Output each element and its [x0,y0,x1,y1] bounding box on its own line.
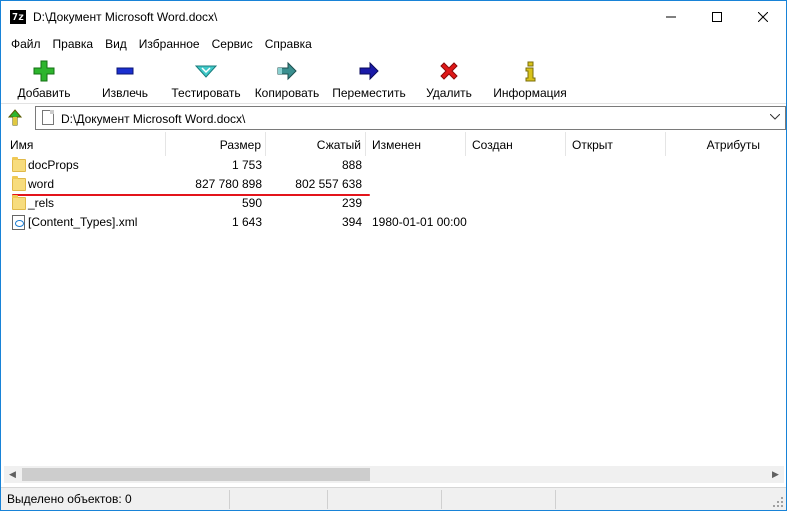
move-button[interactable]: Переместить [329,56,409,104]
status-divider [555,490,556,509]
delete-label: Удалить [426,86,472,100]
file-list: Имя Размер Сжатый Изменен Создан Открыт … [4,132,784,466]
scrollbar-thumb[interactable] [22,468,370,481]
file-row-content-types[interactable]: [Content_Types].xml 1 643 394 1980-01-01… [4,213,784,232]
move-label: Переместить [332,86,406,100]
column-size[interactable]: Размер [166,132,266,156]
folder-icon [12,195,26,210]
status-divider [441,490,442,509]
menu-tools[interactable]: Сервис [206,34,259,54]
column-header: Имя Размер Сжатый Изменен Создан Открыт … [4,132,784,156]
file-name: word [28,177,55,191]
move-arrow-icon [357,59,381,83]
file-name: _rels [28,196,55,210]
column-packed-size[interactable]: Сжатый [266,132,366,156]
resize-grip-icon[interactable] [772,496,784,508]
info-icon [518,59,542,83]
scroll-right-icon[interactable]: ▶ [767,466,784,483]
info-label: Информация [493,86,567,100]
column-attributes[interactable]: Атрибуты [666,132,766,156]
column-name[interactable]: Имя [4,132,166,156]
title-bar: 7z D:\Документ Microsoft Word.docx\ [1,1,786,32]
info-button[interactable]: Информация [491,56,569,104]
copy-label: Копировать [254,86,320,100]
file-size: 827 780 898 [195,177,262,191]
test-button[interactable]: Тестировать [169,56,243,104]
status-bar: Выделено объектов: 0 [1,487,786,510]
file-name: docProps [28,158,79,172]
toolbar: Добавить Извлечь Тестировать Копировать … [1,56,786,104]
app-window: 7z D:\Документ Microsoft Word.docx\ Файл… [0,0,787,511]
file-size: 590 [241,196,262,210]
menu-help[interactable]: Справка [259,34,318,54]
close-icon [758,11,768,22]
extract-label: Извлечь [101,86,148,100]
column-accessed[interactable]: Открыт [566,132,666,156]
menu-view[interactable]: Вид [99,34,133,54]
minimize-button[interactable] [648,1,694,32]
extract-button[interactable]: Извлечь [93,56,157,104]
status-selected-count: Выделено объектов: 0 [7,492,132,506]
plus-icon [32,59,56,83]
maximize-button[interactable] [694,1,740,32]
xml-file-icon [12,215,25,230]
window-title: D:\Документ Microsoft Word.docx\ [33,10,218,24]
folder-icon [12,176,26,191]
column-created[interactable]: Создан [466,132,566,156]
scroll-left-icon[interactable]: ◀ [4,466,21,483]
status-divider [327,490,328,509]
file-name: [Content_Types].xml [28,215,138,229]
delete-x-icon [437,59,461,83]
folder-icon [12,157,26,172]
add-label: Добавить [17,86,71,100]
file-row-word[interactable]: word 827 780 898 802 557 638 [4,175,784,194]
close-button[interactable] [740,1,786,32]
menu-edit[interactable]: Правка [47,34,100,54]
checkmark-icon [194,59,218,83]
add-button[interactable]: Добавить [11,56,77,104]
column-modified[interactable]: Изменен [366,132,466,156]
7zip-app-icon: 7z [10,10,26,24]
address-bar: D:\Документ Microsoft Word.docx\ [1,105,786,130]
file-size: 1 643 [231,215,262,229]
file-row-docprops[interactable]: docProps 1 753 888 [4,156,784,175]
chevron-down-icon[interactable] [768,110,782,126]
file-size: 1 753 [231,158,262,172]
delete-button[interactable]: Удалить [421,56,477,104]
menu-bar: Файл Правка Вид Избранное Сервис Справка [1,34,786,54]
address-input[interactable]: D:\Документ Microsoft Word.docx\ [35,106,786,130]
menu-file[interactable]: Файл [1,34,47,54]
file-packed-size: 394 [341,215,362,229]
file-modified: 1980-01-01 00:00 [372,215,467,229]
file-packed-size: 888 [341,158,362,172]
file-packed-size: 239 [341,196,362,210]
up-arrow-icon [7,109,23,126]
horizontal-scrollbar[interactable]: ◀ ▶ [4,466,784,483]
copy-arrow-icon [275,59,299,83]
address-path: D:\Документ Microsoft Word.docx\ [61,112,246,126]
up-folder-button[interactable] [6,109,24,127]
minimize-icon [666,16,676,17]
status-divider [229,490,230,509]
menu-favorites[interactable]: Избранное [133,34,206,54]
test-label: Тестировать [171,86,241,100]
maximize-icon [712,11,722,22]
minus-icon [113,59,137,83]
file-row-rels[interactable]: _rels 590 239 [4,194,784,213]
document-icon [42,110,54,125]
copy-button[interactable]: Копировать [251,56,323,104]
file-packed-size: 802 557 638 [295,177,362,191]
